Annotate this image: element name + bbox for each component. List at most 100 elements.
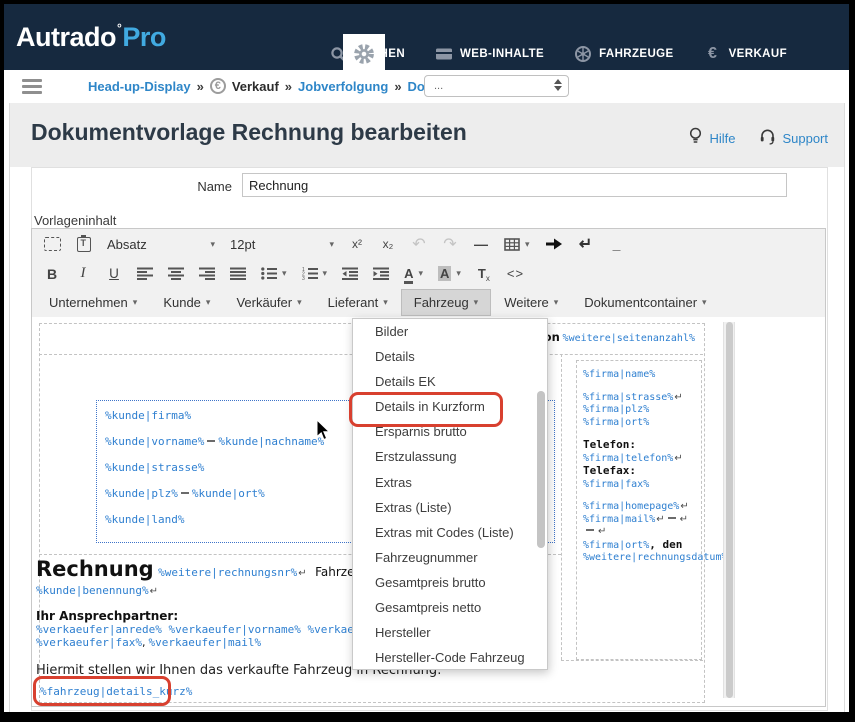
nav-item-web-inhalte[interactable]: WEB-INHALTE <box>435 45 544 63</box>
insert-arrow-button[interactable] <box>545 237 563 251</box>
underline-button[interactable] <box>106 266 122 281</box>
firma-address-block[interactable]: %firma|name% %firma|strasse% %firma|plz%… <box>576 360 702 660</box>
menu-fahrzeug[interactable]: Fahrzeug▾ <box>401 289 491 316</box>
nav-label: FAHRZEUGE <box>599 48 674 60</box>
dropdown-item-gesamtpreis-netto[interactable]: Gesamtpreis netto <box>353 595 547 620</box>
chevron-down-icon: ▾ <box>323 268 328 279</box>
justify-button[interactable] <box>230 267 246 280</box>
app-logo: Autrado°Pro <box>16 21 166 53</box>
outdent-button[interactable] <box>342 267 358 280</box>
dropdown-item-details[interactable]: Details <box>353 344 547 369</box>
window-border-top <box>0 0 855 4</box>
breadcrumb-separator: » <box>197 79 204 94</box>
paste-as-text-button[interactable] <box>76 237 92 252</box>
return-mark-icon <box>655 514 664 525</box>
non-breaking-space-button[interactable] <box>609 236 625 252</box>
show-blocks-icon <box>44 237 61 251</box>
format-value: Absatz <box>107 237 147 252</box>
return-mark-icon <box>673 453 682 464</box>
bold-button[interactable] <box>44 266 60 282</box>
show-blocks-button[interactable] <box>44 237 61 251</box>
scrollbar-thumb[interactable] <box>726 322 733 698</box>
editor-toolbar-row1: Absatz ▾ 12pt ▾ ▾ <box>32 229 825 259</box>
line-break-button[interactable] <box>578 234 594 254</box>
nav-item-verkauf[interactable]: € VERKAUF <box>704 45 787 63</box>
breadcrumb-link-head-up-display[interactable]: Head-up-Display <box>88 79 191 94</box>
chevron-down-icon: ▾ <box>418 268 423 279</box>
subscript-button[interactable] <box>380 237 396 251</box>
tab-settings-active[interactable] <box>343 34 385 78</box>
svg-text:3: 3 <box>302 276 305 280</box>
paragraph-format-select[interactable]: Absatz ▾ <box>107 237 215 252</box>
content-scrollbar[interactable] <box>723 322 735 698</box>
annotation-ring-details-in-kurzform <box>349 392 503 427</box>
return-mark-icon <box>679 501 688 512</box>
chevron-down-icon: ▾ <box>210 239 215 250</box>
menu-kunde[interactable]: Kunde▾ <box>150 289 223 316</box>
logo-main: Autrado <box>16 22 116 52</box>
dropdown-item-bilder[interactable]: Bilder <box>353 319 547 344</box>
redo-button[interactable] <box>442 234 458 254</box>
align-right-icon <box>199 267 215 280</box>
verkaeufer-line2: %verkaeufer|fax%, %verkaeufer|mail% <box>36 636 261 649</box>
source-code-button[interactable] <box>507 266 524 281</box>
support-label: Support <box>782 131 828 146</box>
return-mark-icon <box>679 514 688 525</box>
name-input[interactable] <box>242 173 787 197</box>
fontsize-value: 12pt <box>230 237 255 252</box>
main-nav: SUCHEN WEB-INHALTE FAHRZEUGE € VERKAUF <box>329 45 787 63</box>
web-card-icon <box>435 45 453 63</box>
nbsp-mark-icon <box>586 529 594 531</box>
nav-item-fahrzeuge[interactable]: FAHRZEUGE <box>574 45 674 63</box>
vorlageninhalt-label: Vorlageninhalt <box>34 213 116 228</box>
window-border-right <box>849 0 855 722</box>
table-button[interactable]: ▾ <box>504 238 530 251</box>
hamburger-menu-icon[interactable] <box>22 79 42 94</box>
align-left-button[interactable] <box>137 267 153 280</box>
align-center-icon <box>168 267 184 280</box>
firma-strasse-line: %firma|strasse% <box>583 392 701 405</box>
dropdown-item-erstzulassung[interactable]: Erstzulassung <box>353 444 547 469</box>
menu-lieferant[interactable]: Lieferant▾ <box>315 289 401 316</box>
return-mark-icon <box>597 526 606 537</box>
dropdown-item-gesamtpreis-brutto[interactable]: Gesamtpreis brutto <box>353 570 547 595</box>
italic-button[interactable] <box>75 265 91 282</box>
dropdown-item-hersteller-code[interactable]: Hersteller-Code Fahrzeug <box>353 645 547 670</box>
align-center-button[interactable] <box>168 267 184 280</box>
support-link[interactable]: Support <box>759 128 828 148</box>
breadcrumb-template-select[interactable]: ... <box>424 75 569 97</box>
font-size-select[interactable]: 12pt ▾ <box>230 237 334 252</box>
euro-coin-icon: € <box>210 78 226 94</box>
dropdown-item-extras-mit-codes[interactable]: Extras mit Codes (Liste) <box>353 520 547 545</box>
dropdown-item-hersteller[interactable]: Hersteller <box>353 620 547 645</box>
superscript-button[interactable] <box>349 237 365 251</box>
align-right-button[interactable] <box>199 267 215 280</box>
undo-button[interactable] <box>411 234 427 254</box>
menu-dokumentcontainer[interactable]: Dokumentcontainer▾ <box>571 289 719 316</box>
text-color-button[interactable]: ▾ <box>404 265 423 283</box>
clear-formatting-button[interactable] <box>476 265 492 283</box>
help-link[interactable]: Hilfe <box>688 127 735 149</box>
breadcrumb-link-jobverfolgung[interactable]: Jobverfolgung <box>298 79 388 94</box>
menu-weitere[interactable]: Weitere▾ <box>491 289 571 316</box>
chevron-down-icon: ▾ <box>282 268 287 279</box>
paste-text-icon <box>77 237 91 252</box>
firma-homepage-line: %firma|homepage% <box>583 501 701 514</box>
bullet-list-button[interactable]: ▾ <box>261 267 287 280</box>
highlight-color-icon <box>438 265 451 283</box>
dropdown-item-extras[interactable]: Extras <box>353 470 547 495</box>
dropdown-scrollbar-thumb[interactable] <box>537 391 545 548</box>
outdent-icon <box>342 267 358 280</box>
numbered-list-button[interactable]: 123▾ <box>302 267 328 280</box>
chevron-down-icon: ▾ <box>329 239 334 250</box>
dropdown-item-details-ek[interactable]: Details EK <box>353 369 547 394</box>
highlight-color-button[interactable]: ▾ <box>438 265 461 283</box>
menu-unternehmen[interactable]: Unternehmen▾ <box>36 289 150 316</box>
dropdown-item-extras-liste[interactable]: Extras (Liste) <box>353 495 547 520</box>
help-links: Hilfe Support <box>688 127 828 149</box>
menu-verkaeufer[interactable]: Verkäufer▾ <box>223 289 314 316</box>
breadcrumb-item-verkauf[interactable]: Verkauf <box>232 79 279 94</box>
dropdown-item-fahrzeugnummer[interactable]: Fahrzeugnummer <box>353 545 547 570</box>
horizontal-rule-button[interactable] <box>473 236 489 252</box>
indent-button[interactable] <box>373 267 389 280</box>
